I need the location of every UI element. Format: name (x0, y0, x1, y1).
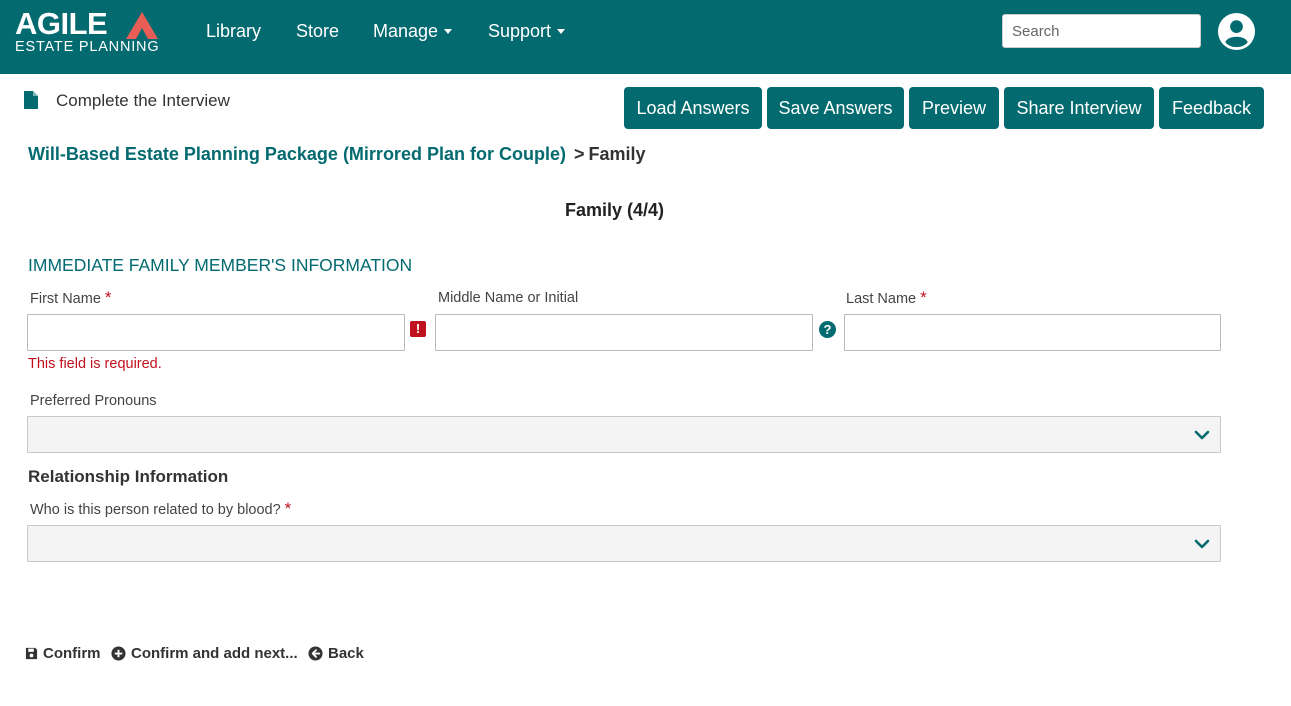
error-exclamation-icon: ! (410, 321, 426, 337)
nav-store[interactable]: Store (296, 20, 339, 42)
caret-down-icon (557, 29, 566, 34)
first-name-input[interactable] (27, 314, 405, 351)
relationship-heading: Relationship Information (28, 467, 229, 486)
page-title: Complete the Interview (56, 91, 230, 110)
middle-name-input[interactable] (435, 314, 813, 351)
nav-support-dropdown[interactable]: Support (488, 20, 566, 42)
breadcrumb-package-link[interactable]: Will-Based Estate Planning Package (Mirr… (28, 144, 566, 164)
feedback-button[interactable]: Feedback (1159, 87, 1264, 129)
required-marker: * (920, 288, 927, 307)
first-name-label: First Name * (30, 288, 112, 307)
step-title: Family (4/4) (564, 200, 665, 220)
pronouns-label: Preferred Pronouns (30, 393, 157, 409)
last-name-input[interactable] (844, 314, 1221, 351)
first-name-error: This field is required. (28, 356, 162, 372)
save-floppy-icon (25, 647, 38, 660)
confirm-and-add-next-button[interactable]: Confirm and add next... (111, 645, 298, 662)
agile-logo[interactable]: AGILE ESTATE PLANNING (14, 8, 164, 58)
required-marker: * (284, 499, 292, 518)
logo-wordmark: AGILE (15, 6, 108, 41)
logo-subtitle: ESTATE PLANNING (15, 39, 160, 55)
related-by-blood-label: Who is this person related to by blood? * (30, 499, 292, 518)
back-button[interactable]: Back (308, 645, 364, 662)
help-question-icon[interactable]: ? (819, 321, 836, 338)
chevron-down-icon (1194, 430, 1210, 440)
nav-manage-dropdown[interactable]: Manage (373, 20, 453, 42)
required-marker: * (104, 288, 112, 307)
arrow-left-circle-icon (308, 646, 323, 661)
top-navbar: AGILE ESTATE PLANNING Library Store Mana… (0, 0, 1291, 74)
breadcrumb-separator: > (573, 144, 585, 164)
middle-name-label: Middle Name or Initial (438, 290, 579, 306)
caret-down-icon (444, 29, 453, 34)
user-circle-icon[interactable] (1217, 12, 1256, 51)
share-interview-button[interactable]: Share Interview (1004, 87, 1154, 129)
save-answers-button[interactable]: Save Answers (767, 87, 904, 129)
last-name-label: Last Name * (846, 288, 927, 307)
search-input[interactable] (1002, 14, 1201, 48)
confirm-button[interactable]: Confirm (25, 645, 101, 662)
breadcrumb-current: Family (588, 144, 646, 164)
load-answers-button[interactable]: Load Answers (624, 87, 762, 129)
related-by-blood-select[interactable] (27, 525, 1221, 562)
plus-circle-icon (111, 646, 126, 661)
section-title: IMMEDIATE FAMILY MEMBER'S INFORMATION (28, 255, 413, 275)
file-icon (24, 91, 38, 109)
breadcrumb: Will-Based Estate Planning Package (Mirr… (28, 144, 646, 165)
logo-triangle-icon (126, 12, 158, 39)
chevron-down-icon (1194, 539, 1210, 549)
nav-library[interactable]: Library (206, 20, 261, 42)
preview-button[interactable]: Preview (909, 87, 999, 129)
pronouns-select[interactable] (27, 416, 1221, 453)
